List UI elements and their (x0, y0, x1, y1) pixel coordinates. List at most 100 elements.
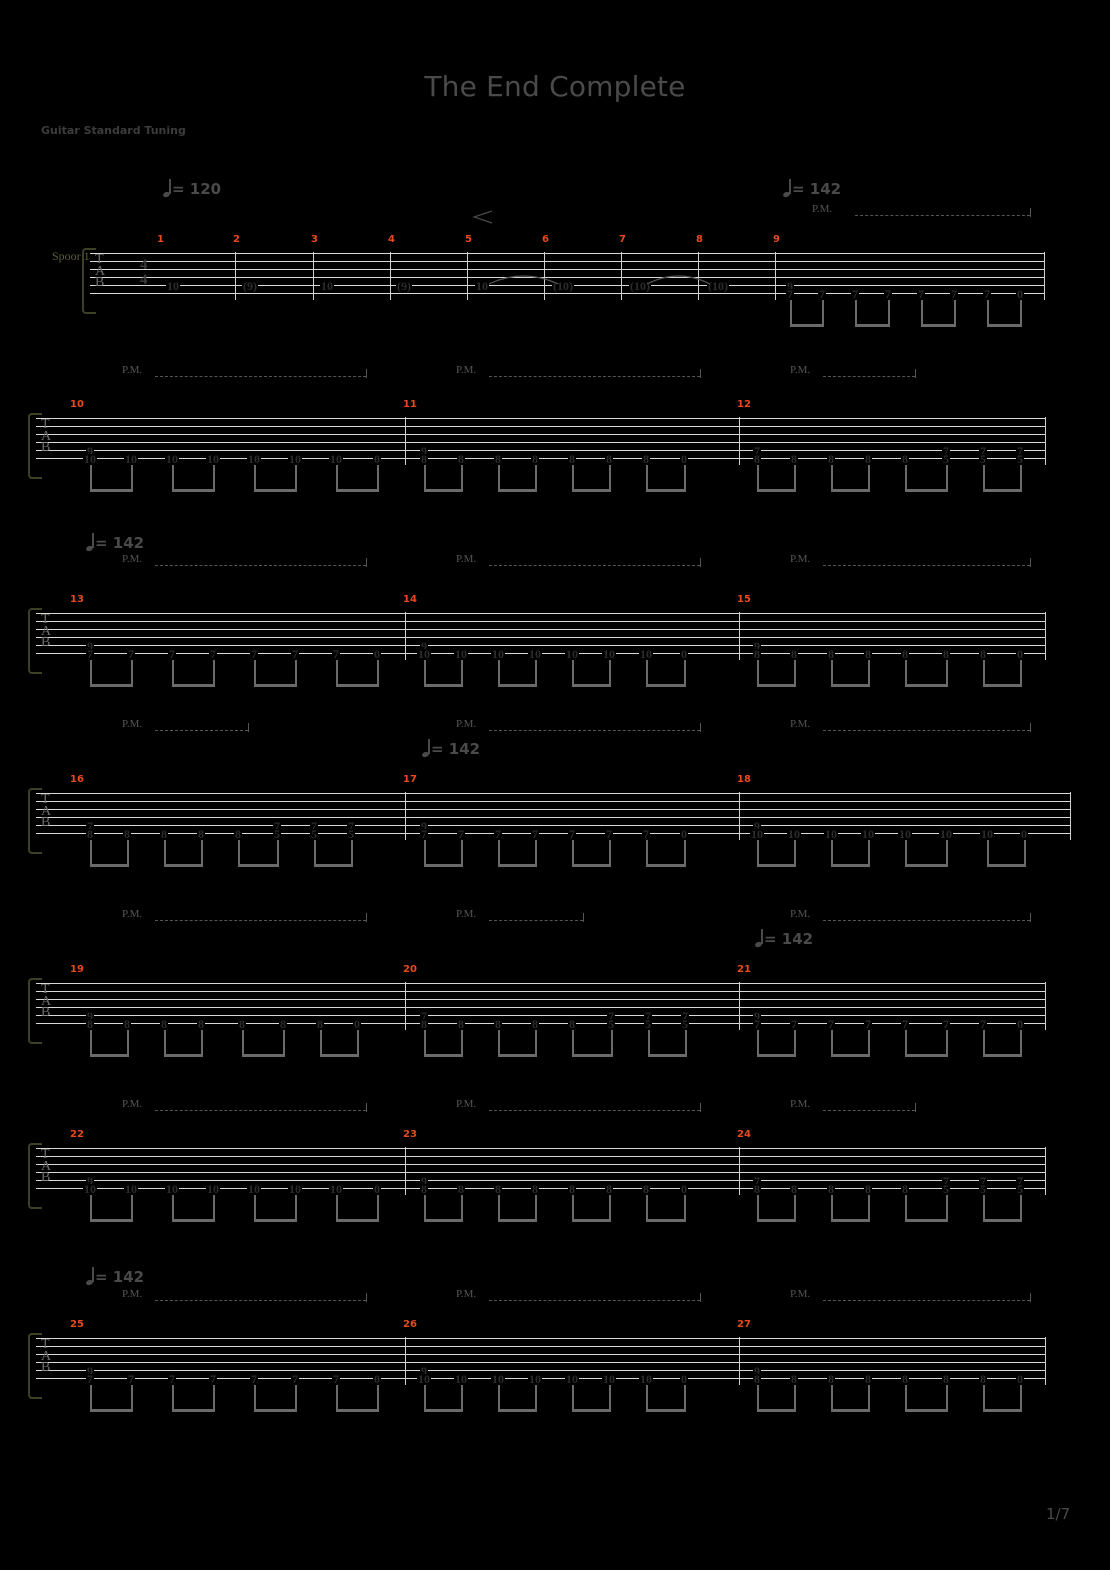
note-stem (831, 1030, 833, 1056)
note-stem (905, 1195, 907, 1221)
tab-note: 10 (124, 452, 138, 466)
tempo-marking: = 142 (422, 739, 480, 758)
note-beam (757, 1054, 796, 1057)
note-stem (295, 660, 297, 686)
tab-note: 8 (160, 827, 168, 841)
note-stem (757, 1195, 759, 1221)
measure-number: 21 (737, 964, 751, 975)
tab-clef-letter: B (41, 815, 51, 830)
tab-note: 10 (528, 647, 542, 661)
palm-mute-line (489, 920, 583, 922)
tab-note: 5 (1016, 1182, 1024, 1196)
note-stem (983, 1385, 985, 1411)
palm-mute-line (489, 565, 700, 567)
note-beam (424, 489, 463, 492)
tab-note: 8 (316, 1017, 324, 1031)
note-beam (90, 1054, 129, 1057)
note-beam (498, 489, 537, 492)
note-beam (646, 1219, 686, 1222)
tab-note: 7 (901, 1017, 909, 1031)
tab-note: 5 (310, 827, 318, 841)
note-beam (254, 684, 297, 687)
tab-note: 7 (168, 647, 176, 661)
tab-note: 10 (165, 1182, 179, 1196)
tab-note: 8 (86, 1017, 94, 1031)
staff-line (36, 1148, 1046, 1149)
tempo-marking: = 142 (755, 929, 813, 948)
tab-note: 10 (247, 1182, 261, 1196)
note-stem (609, 465, 611, 491)
note-stem (461, 660, 463, 686)
staff-line (36, 613, 1046, 614)
palm-mute-end-tick (1030, 723, 1031, 732)
palm-mute-end-tick (366, 913, 367, 922)
tab-note: 0 (373, 1372, 381, 1386)
note-stem (377, 660, 379, 686)
tab-note: 8 (494, 1182, 502, 1196)
note-beam (424, 684, 463, 687)
staff-line (36, 426, 1046, 427)
palm-mute-label: P.M. (122, 364, 143, 376)
barline (739, 1147, 740, 1195)
palm-mute-end-tick (700, 558, 701, 567)
staff-line (36, 645, 1046, 646)
tab-note: 10 (83, 1182, 97, 1196)
note-stem (684, 1385, 686, 1411)
palm-mute-label: P.M. (122, 718, 143, 730)
staff-line (36, 991, 1046, 992)
tab-note: 8 (864, 1182, 872, 1196)
palm-mute-end-tick (700, 1293, 701, 1302)
quarter-note-icon (163, 179, 172, 197)
staff-line (36, 621, 1046, 622)
note-stem (461, 1030, 463, 1056)
note-stem (983, 1030, 985, 1056)
note-stem (351, 840, 353, 866)
tab-note: 8 (827, 647, 835, 661)
measure-number: 14 (403, 594, 417, 605)
note-stem (90, 465, 92, 491)
crescendo-hairpin (472, 210, 494, 229)
note-stem (831, 840, 833, 866)
tab-note: 7 (494, 827, 502, 841)
tab-note: 10 (417, 1372, 431, 1386)
note-stem (646, 1195, 648, 1221)
barline (544, 252, 545, 300)
measure-number: 27 (737, 1319, 751, 1330)
palm-mute-line (155, 376, 366, 378)
tab-note: 8 (197, 1017, 205, 1031)
note-beam (242, 1054, 285, 1057)
tab-note: (9) (396, 279, 412, 293)
staff-line (36, 1338, 1046, 1339)
tab-clef: TAB (41, 613, 51, 649)
quarter-note-icon (755, 929, 764, 947)
note-stem (201, 1030, 203, 1056)
tab-note: 10 (787, 827, 801, 841)
tab-note: 7 (291, 647, 299, 661)
note-beam (646, 1409, 686, 1412)
tab-note: 8 (790, 647, 798, 661)
tab-note: 0 (680, 1372, 688, 1386)
note-stem (946, 1195, 948, 1221)
tab-note: 8 (279, 1017, 287, 1031)
tab-note: 0 (680, 827, 688, 841)
staff-line (36, 1354, 1046, 1355)
tab-note: 10 (491, 647, 505, 661)
tab-note: 8 (790, 452, 798, 466)
measure-number: 26 (403, 1319, 417, 1330)
barline (739, 612, 740, 660)
note-stem (238, 840, 240, 866)
staff-line (36, 1180, 1046, 1181)
palm-mute-end-tick (1030, 1293, 1031, 1302)
barline (1045, 1147, 1046, 1195)
staff-line (36, 801, 1071, 802)
palm-mute-end-tick (1030, 208, 1031, 217)
tab-note: 10 (320, 279, 334, 293)
note-beam (254, 1409, 297, 1412)
note-beam (572, 864, 611, 867)
palm-mute-line (823, 565, 1030, 567)
tab-note: 10 (491, 1372, 505, 1386)
barline (1045, 417, 1046, 465)
measure-number: 5 (465, 234, 472, 245)
staff-system: T A B 25 26 27 = 142 P.M. P.M. P.M. 9 7 7 7 7 7 7 7 0 9 10 10… (0, 0, 1110, 1412)
tab-note: 0 (1016, 647, 1024, 661)
